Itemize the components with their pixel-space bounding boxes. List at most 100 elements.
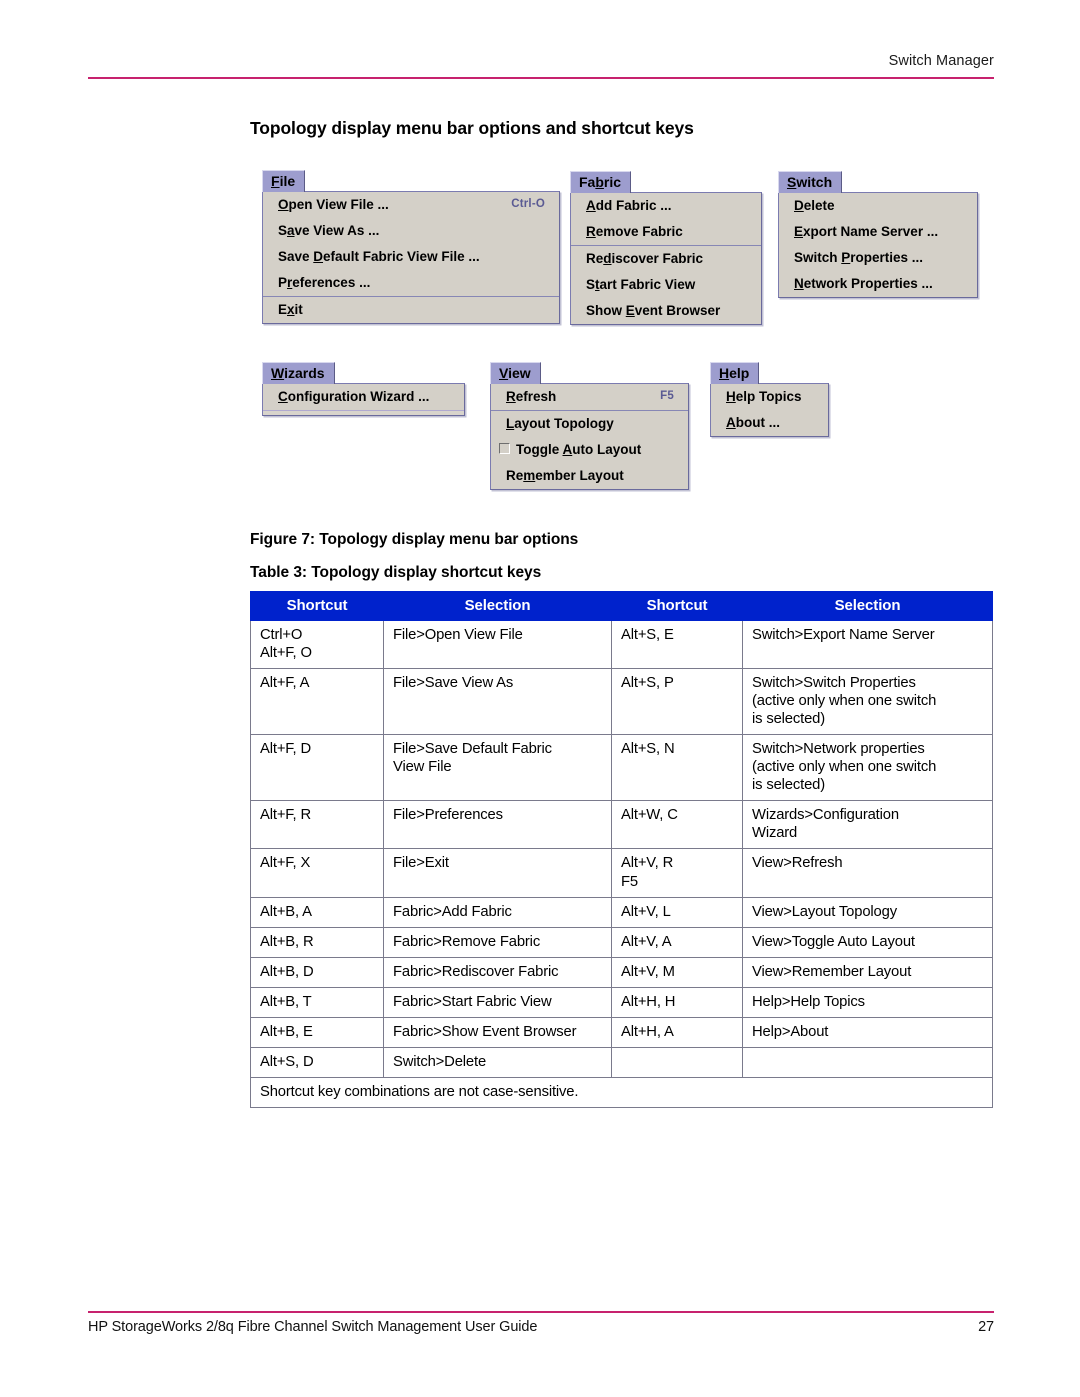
menu-title-switch[interactable]: Switch [778,171,843,193]
cell-selection-2: Switch>Switch Properties (active only whe… [742,668,993,736]
menu-wizards[interactable]: Wizards Configuration Wizard ... [262,362,465,416]
table-row: Alt+F, D File>Save Default Fabric View Fil… [250,734,993,802]
table-row: Ctrl+O Alt+F, O File>Open View File Alt+S, … [250,619,993,670]
menu-item-delete[interactable]: Delete [779,193,977,219]
cell-line: File>Open View File [393,627,523,643]
menu-item-preferences[interactable]: Preferences ... [263,270,559,296]
cell-shortcut-1: Alt+B, A [250,896,384,928]
figure-caption: Figure 7: Topology display menu bar opti… [250,531,579,548]
menu-item-label: Rediscover Fabric [586,250,704,266]
cell-shortcut-2: Alt+H, A [611,1016,743,1048]
menu-item-help-topics[interactable]: Help Topics [711,384,828,410]
cell-line: Switch>Export Name Server [752,627,935,643]
menu-item-remember-layout[interactable]: Remember Layout [491,463,688,489]
cell-selection-2: Switch>Network properties (active only wh… [742,734,993,802]
menu-item-add-fabric[interactable]: Add Fabric ... [571,193,761,219]
menu-title-wizards[interactable]: Wizards [262,362,335,384]
menu-fabric[interactable]: Fabric Add Fabric ... Remove Fabric Redisco… [570,171,762,326]
cell-line: is selected) [752,777,826,794]
table-header-row: Shortcut Selection Shortcut Selection [250,591,993,621]
menu-item-rediscover-fabric[interactable]: Rediscover Fabric [571,246,761,272]
menu-item-label: Export Name Server ... [794,223,939,239]
cell-line: File>Preferences [393,807,503,824]
cell-shortcut-2: Alt+V, A [611,926,743,958]
menu-item-export-name-server[interactable]: Export Name Server ... [779,219,977,245]
checkbox-icon[interactable] [499,443,510,455]
cell-line: Switch>Network properties [752,741,925,758]
cell-shortcut-2 [611,1046,743,1078]
cell-shortcut-1: Alt+B, R [250,926,384,958]
cell-line: Fabric>Start Fabric View [393,993,552,1010]
menu-title-fabric[interactable]: Fabric [570,171,632,193]
menu-item-label: Preferences ... [278,275,371,291]
menu-group: Rediscover Fabric Start Fabric View Show E… [571,244,761,325]
cell-line: is selected) [752,711,826,728]
cell-shortcut-2: Alt+V, R F5 [611,848,743,898]
cell-selection-1: File>Save View As [383,668,612,736]
cell-shortcut-2: Alt+V, M [611,956,743,988]
cell-line: Alt+W, C [621,807,678,824]
cell-shortcut-1: Alt+S, D [250,1046,384,1078]
cell-line: Alt+V, R [621,855,674,872]
column-header-selection-1: Selection [383,591,612,621]
menu-item-exit[interactable]: Exit [263,297,559,323]
menu-title-view[interactable]: View [490,362,541,384]
column-header-selection-2: Selection [742,591,993,621]
menu-item-label: Remember Layout [506,468,624,484]
menu-item-toggle-auto-layout[interactable]: Toggle Auto Layout [491,437,688,463]
menu-file[interactable]: File Open View File ... Ctrl-O Save View As… [262,170,560,325]
cell-line: Alt+H, H [621,993,676,1010]
menu-item-start-fabric-view[interactable]: Start Fabric View [571,272,761,298]
cell-line: Alt+V, A [621,933,672,950]
cell-line: View>Layout Topology [752,903,897,920]
menu-item-label: Network Properties ... [794,276,933,292]
cell-selection-1: File>Open View File [383,619,612,670]
menu-item-show-event-browser[interactable]: Show Event Browser [571,298,761,324]
cell-line: Alt+B, T [260,993,312,1010]
menu-title-help[interactable]: Help [710,362,760,384]
menu-item-switch-properties[interactable]: Switch Properties ... [779,245,977,271]
menu-item-label: Help Topics [726,388,802,404]
page-number: 27 [978,1319,994,1335]
cell-line: View>Toggle Auto Layout [752,933,915,950]
menu-item-label: Add Fabric ... [586,197,672,213]
cell-line: Alt+S, P [621,675,674,692]
menu-group: Open View File ... Ctrl-O Save View As ...… [263,192,559,297]
page-header: Switch Manager [88,52,994,79]
table-row: Alt+B, T Fabric>Start Fabric View Alt+H, H… [250,986,993,1018]
shortcut-keys-table: Shortcut Selection Shortcut Selection Ct… [250,591,993,1108]
cell-line: Alt+F, O [260,645,312,662]
menu-item-remove-fabric[interactable]: Remove Fabric [571,219,761,245]
cell-line: Alt+V, M [621,963,675,980]
menu-item-configuration-wizard[interactable]: Configuration Wizard ... [263,384,464,410]
menu-item-label: Save View As ... [278,222,380,238]
menu-switch[interactable]: Switch Delete Export Name Server ... Switch… [778,171,978,299]
menu-item-layout-topology[interactable]: Layout Topology [491,411,688,437]
footer-rule [88,1311,994,1313]
cell-selection-1: Fabric>Add Fabric [383,896,612,928]
cell-line: Switch>Switch Properties [752,675,916,692]
menu-group: Add Fabric ... Remove Fabric [571,193,761,245]
cell-shortcut-2: Alt+S, N [611,734,743,802]
menu-item-label: Show Event Browser [586,303,721,319]
menu-group: Exit [263,296,559,323]
menu-item-label: Switch Properties ... [794,249,924,265]
menu-item-about[interactable]: About ... [711,410,828,436]
menu-item-save-default-fabric-view-file[interactable]: Save Default Fabric View File ... [263,244,559,270]
cell-line: View File [393,759,452,776]
cell-line: File>Save View As [393,675,514,692]
page-title: Topology display menu bar options and sh… [250,118,694,138]
cell-line: Alt+V, L [621,903,671,920]
menu-view[interactable]: View Refresh F5 Layout Topology Toggle Auto … [490,362,689,491]
cell-line: Alt+S, N [621,741,675,758]
cell-selection-2: View>Layout Topology [742,896,993,928]
menu-help[interactable]: Help Help Topics About ... [710,362,829,437]
menu-item-open-view-file[interactable]: Open View File ... Ctrl-O [263,192,559,218]
menu-item-save-view-as[interactable]: Save View As ... [263,218,559,244]
menu-title-file[interactable]: File [262,170,306,192]
menu-footer-strip [263,409,464,415]
menu-item-label: Open View File ... [278,196,389,212]
cell-line: Wizards>Configuration [752,807,899,824]
menu-item-refresh[interactable]: Refresh F5 [491,384,688,410]
menu-item-network-properties[interactable]: Network Properties ... [779,271,977,297]
